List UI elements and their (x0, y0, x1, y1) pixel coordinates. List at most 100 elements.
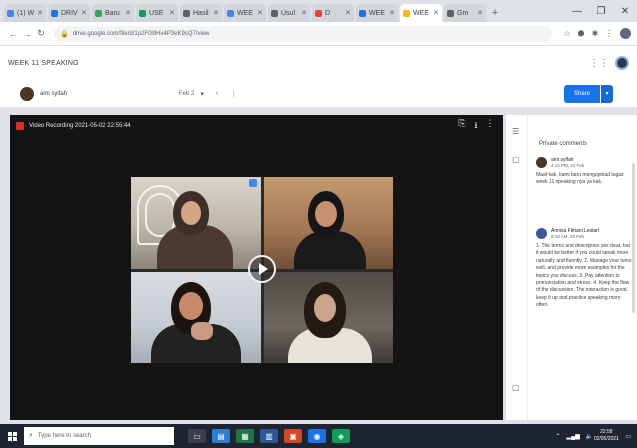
star-icon[interactable]: ⋮ (230, 90, 237, 98)
comment-text: Maaf kak, kami baru mengupload tugas wee… (536, 172, 624, 186)
tab-close-icon[interactable]: ✕ (433, 9, 439, 17)
browser-tab[interactable]: USE ✕ (136, 4, 178, 22)
tab-label: USE (149, 9, 164, 17)
taskbar-search-placeholder: Type here to search (37, 433, 91, 439)
header-right: ⋮⋮ (589, 56, 629, 70)
commenter-meta: ami syifah 4:12 PM, 24 Feb (551, 157, 584, 169)
forward-icon[interactable]: → (20, 29, 34, 39)
task-view-icon[interactable]: ▭ (188, 429, 206, 443)
browser-tab[interactable]: Hasil ✕ (180, 4, 222, 22)
network-icon[interactable]: ▂▄▆ (566, 433, 579, 440)
tab-close-icon[interactable]: ✕ (389, 9, 395, 17)
system-tray: ⌃ ▂▄▆ 🔈 22:58 02/05/2021 ▭ (549, 429, 637, 443)
details-icon[interactable]: ☰ (512, 127, 519, 136)
tab-close-icon[interactable]: ✕ (213, 9, 219, 17)
browser-tab[interactable]: WEE ✕ (356, 4, 398, 22)
tray-expand-icon[interactable]: ⌃ (555, 433, 560, 440)
app-icon[interactable]: ◈ (332, 429, 350, 443)
volume-icon[interactable]: 🔈 (586, 433, 593, 440)
comment-item: ami syifah 4:12 PM, 24 Feb Maaf kak, kam… (536, 157, 632, 187)
chevron-down-icon[interactable]: ▾ (200, 90, 204, 98)
video-tile-participant-3 (131, 271, 261, 363)
minimize-icon[interactable]: — (565, 0, 589, 22)
move-icon[interactable]: › (216, 90, 218, 97)
participant-face (179, 291, 203, 320)
tab-favicon-icon (359, 9, 366, 17)
owner-name: ami syifah (40, 90, 68, 97)
camera-badge-icon (248, 179, 257, 187)
browser-tab[interactable]: DRIV ✕ (48, 4, 90, 22)
reload-icon[interactable]: ↻ (34, 28, 48, 39)
tab-close-icon[interactable]: ✕ (81, 9, 87, 17)
tab-close-icon[interactable]: ✕ (37, 9, 43, 17)
owner-avatar (20, 86, 34, 101)
browser-tab-active[interactable]: WEE ✕ (400, 4, 442, 22)
windows-taskbar: ⌕ Type here to search ▭ ▤ ▦ ▥ ▣ ◉ ◈ ⌃ ▂▄… (0, 424, 637, 448)
taskbar-search-input[interactable]: ⌕ Type here to search (24, 427, 174, 445)
browser-tab[interactable]: Usul ✕ (268, 4, 310, 22)
file-explorer-icon[interactable]: ▤ (212, 429, 230, 443)
bookmark-star-icon[interactable]: ☆ (560, 29, 574, 38)
comment-draft-icon[interactable]: ▢ (512, 383, 520, 392)
tab-favicon-icon (95, 9, 102, 17)
browser-tab[interactable]: D ✕ (312, 4, 354, 22)
tab-favicon-icon (403, 9, 410, 17)
clock-time: 22:58 (600, 429, 613, 435)
notifications-icon[interactable]: ▭ (625, 433, 631, 440)
tab-favicon-icon (139, 9, 146, 17)
comment-icon[interactable]: ▢ (512, 155, 520, 164)
tab-favicon-icon (7, 9, 14, 17)
chrome-icon[interactable]: ◉ (308, 429, 326, 443)
account-avatar[interactable] (615, 56, 629, 70)
browser-tab[interactable]: (1) W ✕ (4, 4, 46, 22)
menu-dots-icon[interactable]: ⋮ (602, 29, 616, 38)
browser-tab[interactable]: Baru ✕ (92, 4, 134, 22)
tab-favicon-icon (447, 9, 454, 17)
tab-close-icon[interactable]: ✕ (301, 9, 307, 17)
extension-icon[interactable]: ⬢ (574, 29, 588, 38)
play-button[interactable] (248, 255, 276, 283)
tab-close-icon[interactable]: ✕ (345, 9, 351, 17)
word-icon[interactable]: ▥ (260, 429, 278, 443)
tab-close-icon[interactable]: ✕ (257, 9, 263, 17)
tab-close-icon[interactable]: ✕ (125, 9, 131, 17)
participant-face (314, 201, 337, 227)
browser-tab[interactable]: WEE ✕ (224, 4, 266, 22)
participant-hand (191, 321, 213, 340)
new-tab-button[interactable]: + (488, 4, 502, 22)
more-options-icon[interactable]: ⋮ (483, 118, 497, 134)
close-window-icon[interactable]: ✕ (613, 0, 637, 22)
drive-header: WEEK 11 SPEAKING ⋮⋮ (0, 46, 637, 80)
back-icon[interactable]: ← (6, 29, 20, 39)
download-icon[interactable]: ⭳ (469, 118, 483, 134)
start-button[interactable] (0, 424, 24, 448)
share-dropdown-icon[interactable]: ▾ (601, 84, 613, 103)
tab-label: (1) W (17, 9, 35, 17)
file-owner-row: ami syifah Feb 2 ▾ › ⋮ Share ▾ (0, 80, 637, 108)
video-tile-participant-4 (263, 271, 393, 363)
tab-label: DRIV (61, 9, 78, 17)
share-button[interactable]: Share (564, 84, 600, 103)
tab-label: D (325, 9, 331, 17)
apps-grid-icon[interactable]: ⋮⋮ (589, 58, 609, 69)
add-comment-icon[interactable]: ⎘ (455, 118, 469, 134)
video-tile-participant-1 (131, 177, 261, 269)
window-controls: — ❐ ✕ (565, 0, 637, 22)
video-viewer: Video Recording 2021-05-02 22:55:44 ⎘ ⭳ … (10, 115, 503, 420)
tab-close-icon[interactable]: ✕ (169, 9, 175, 17)
comment-header: Annisa Fitriani Lestari 9:18 AM, 25 Feb (536, 228, 632, 240)
comment-text: 1. The terms and descriptors are clear, … (536, 243, 632, 309)
url-field[interactable]: 🔒 drive.google.com/file/d/1p2F0l9Hv4P3eK… (54, 25, 552, 42)
maximize-icon[interactable]: ❐ (589, 0, 613, 22)
tab-label: WEE (237, 9, 253, 17)
tab-close-icon[interactable]: ✕ (477, 9, 483, 17)
browser-tab[interactable]: Gm ✕ (444, 4, 486, 22)
extensions-puzzle-icon[interactable]: ✱ (588, 29, 602, 38)
tab-label: WEE (369, 9, 385, 17)
excel-icon[interactable]: ▦ (236, 429, 254, 443)
powerpoint-icon[interactable]: ▣ (284, 429, 302, 443)
profile-avatar[interactable] (620, 28, 631, 39)
tab-favicon-icon (271, 9, 278, 17)
taskbar-clock[interactable]: 22:58 02/05/2021 (593, 429, 619, 443)
panel-scrollbar[interactable] (632, 163, 635, 313)
